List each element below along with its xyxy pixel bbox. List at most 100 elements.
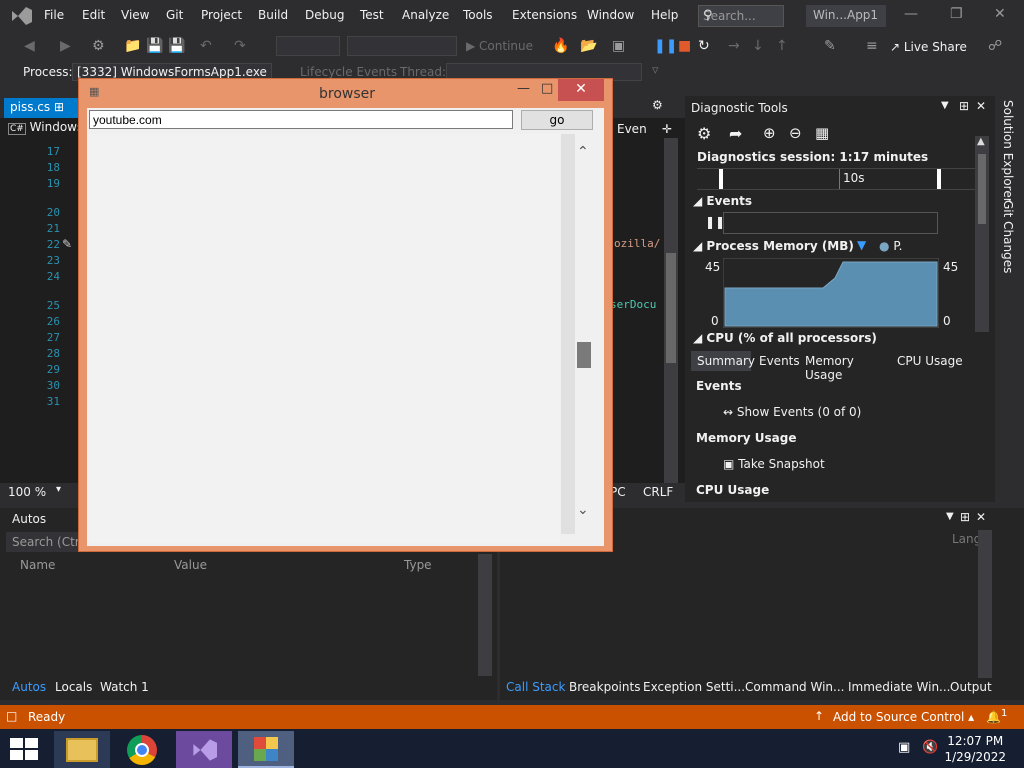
take-snapshot-button[interactable]: ▣ Take Snapshot xyxy=(723,457,825,471)
column-value[interactable]: Value xyxy=(174,558,207,572)
diagnostics-toggle-icon[interactable]: ✎ xyxy=(824,38,836,54)
stop-icon[interactable]: ■ xyxy=(678,38,691,54)
search-input[interactable]: Search... ⚲ xyxy=(698,5,784,27)
editor-scroll-thumb[interactable] xyxy=(666,253,676,363)
timeline-ruler[interactable]: 10s xyxy=(697,168,975,190)
dropdown-icon[interactable]: ▼ xyxy=(941,100,949,111)
export-icon[interactable]: ➦ xyxy=(729,124,742,143)
zoom-in-icon[interactable]: ⊕ xyxy=(763,124,776,142)
filter-icon[interactable]: ▿ xyxy=(652,63,659,78)
reset-view-icon[interactable]: ▦ xyxy=(815,124,829,142)
events-section[interactable]: ◢ Events xyxy=(693,194,752,208)
close-icon[interactable]: ✕ xyxy=(976,510,986,524)
menu-analyze[interactable]: Analyze xyxy=(402,8,449,22)
cpu-section[interactable]: ◢ CPU (% of all processors) xyxy=(693,331,877,345)
menu-view[interactable]: View xyxy=(121,8,149,22)
file-explorer-icon[interactable] xyxy=(54,731,110,768)
maximize-icon[interactable]: ❐ xyxy=(950,6,963,22)
minimize-icon[interactable]: — xyxy=(517,81,530,96)
screen-icon[interactable]: ▣ xyxy=(612,38,625,54)
windows-start-icon[interactable] xyxy=(10,738,38,760)
tab-locals[interactable]: Locals xyxy=(55,680,92,694)
memory-section[interactable]: ◢ Process Memory (MB) xyxy=(693,239,854,253)
tab-events[interactable]: Events xyxy=(759,354,803,368)
hot-reload-icon[interactable]: 🔥 xyxy=(552,38,569,54)
back-icon[interactable]: ◀ xyxy=(24,38,35,54)
step-into-icon[interactable]: ↓ xyxy=(752,38,764,54)
restart-icon[interactable]: ↻ xyxy=(698,38,710,54)
split-editor-icon[interactable]: ✛ xyxy=(662,122,672,136)
column-type[interactable]: Type xyxy=(404,558,432,572)
undo-icon[interactable]: ↶ xyxy=(200,38,212,54)
save-icon[interactable]: 💾 xyxy=(146,38,163,54)
chrome-icon[interactable] xyxy=(114,731,170,768)
file-nav-dropdown[interactable]: C# Windows xyxy=(8,120,84,136)
live-share-button[interactable]: ↗ Live Share xyxy=(890,40,967,54)
scroll-down-icon[interactable]: ⌄ xyxy=(577,502,589,518)
open-folder-icon[interactable]: 📁 xyxy=(124,38,141,54)
tab-watch-1[interactable]: Watch 1 xyxy=(100,680,149,694)
visual-studio-logo-icon[interactable] xyxy=(8,5,34,27)
volume-muted-icon[interactable]: 🔇 xyxy=(922,740,938,755)
zoom-out-icon[interactable]: ⊖ xyxy=(789,124,802,142)
web-view-scrollbar[interactable]: ⌃ ⌄ xyxy=(561,134,601,542)
menu-tools[interactable]: Tools xyxy=(463,8,493,22)
zoom-level[interactable]: 100 % xyxy=(8,485,46,499)
tab-piss-cs[interactable]: piss.cs ⊞ xyxy=(4,98,80,118)
column-name[interactable]: Name xyxy=(20,558,55,572)
tab-command-window[interactable]: Command Win... xyxy=(745,680,844,694)
tab-exception-settings[interactable]: Exception Setti... xyxy=(643,680,745,694)
menu-extensions[interactable]: Extensions xyxy=(512,8,577,22)
tab-cpu-usage[interactable]: CPU Usage xyxy=(897,354,973,368)
feedback-icon[interactable]: ☍ xyxy=(988,38,1002,54)
close-icon[interactable]: ✕ xyxy=(994,6,1006,22)
pin-icon[interactable]: ⊞ xyxy=(960,510,970,524)
pin-icon[interactable]: ⊞ xyxy=(54,100,64,114)
menu-git[interactable]: Git xyxy=(166,8,183,22)
redo-icon[interactable]: ↷ xyxy=(234,38,246,54)
autos-scrollbar[interactable] xyxy=(478,554,492,676)
menu-project[interactable]: Project xyxy=(201,8,242,22)
close-button[interactable]: ✕ xyxy=(558,79,604,101)
maximize-icon[interactable]: □ xyxy=(541,81,553,96)
save-all-icon[interactable]: 💾 xyxy=(168,38,185,54)
tab-memory-usage[interactable]: Memory Usage xyxy=(805,354,893,382)
lifecycle-events-dropdown[interactable]: Lifecycle Events xyxy=(300,65,397,79)
chevron-down-icon[interactable]: ▾ xyxy=(56,484,61,495)
settings-icon[interactable]: ⚙ xyxy=(697,124,711,143)
diag-scrollbar[interactable]: ▲ xyxy=(975,136,989,332)
side-tab-git-changes[interactable]: Git Changes xyxy=(1001,200,1015,273)
comment-icon[interactable]: ≡ xyxy=(866,38,878,54)
show-events-link[interactable]: ↭ Show Events (0 of 0) xyxy=(723,405,861,419)
continue-button[interactable]: ▶ Continue xyxy=(466,39,533,53)
add-to-source-control[interactable]: Add to Source Control ▴ xyxy=(833,710,974,724)
dropdown-icon[interactable]: ▼ xyxy=(946,511,954,522)
tab-overflow-icon[interactable]: ⚙ xyxy=(652,98,663,112)
line-ending-crlf[interactable]: CRLF xyxy=(643,485,673,499)
menu-edit[interactable]: Edit xyxy=(82,8,105,22)
minimize-icon[interactable]: — xyxy=(904,6,918,22)
timeline-start-handle[interactable] xyxy=(719,169,723,189)
scroll-up-icon[interactable]: ⌃ xyxy=(577,144,589,160)
side-tab-solution-explorer[interactable]: Solution Explorer xyxy=(1001,100,1015,203)
go-button[interactable]: go xyxy=(521,110,593,130)
tab-immediate-window[interactable]: Immediate Win... xyxy=(848,680,951,694)
pause-icon[interactable]: ❚❚ xyxy=(654,38,677,54)
url-input[interactable] xyxy=(89,110,513,129)
notification-bell-icon[interactable]: 🔔1 xyxy=(986,708,1007,724)
forward-icon[interactable]: ▶ xyxy=(60,38,71,54)
pin-icon[interactable]: ⊞ xyxy=(959,99,969,113)
config-select[interactable] xyxy=(276,36,340,56)
visual-studio-taskbar-icon[interactable] xyxy=(176,731,232,768)
settings-icon[interactable]: ⚙ xyxy=(92,38,105,54)
callstack-scrollbar[interactable] xyxy=(978,530,992,678)
clock[interactable]: 12:07 PM 1/29/2022 xyxy=(944,733,1006,765)
winforms-app-taskbar-icon[interactable] xyxy=(238,731,294,768)
search-icon[interactable]: ⚲ xyxy=(703,8,779,23)
tab-summary[interactable]: Summary xyxy=(697,354,757,368)
editor-scrollbar[interactable] xyxy=(664,138,678,483)
platform-select[interactable] xyxy=(347,36,457,56)
scroll-thumb[interactable] xyxy=(577,342,591,368)
tab-output[interactable]: Output xyxy=(950,680,992,694)
menu-test[interactable]: Test xyxy=(360,8,384,22)
